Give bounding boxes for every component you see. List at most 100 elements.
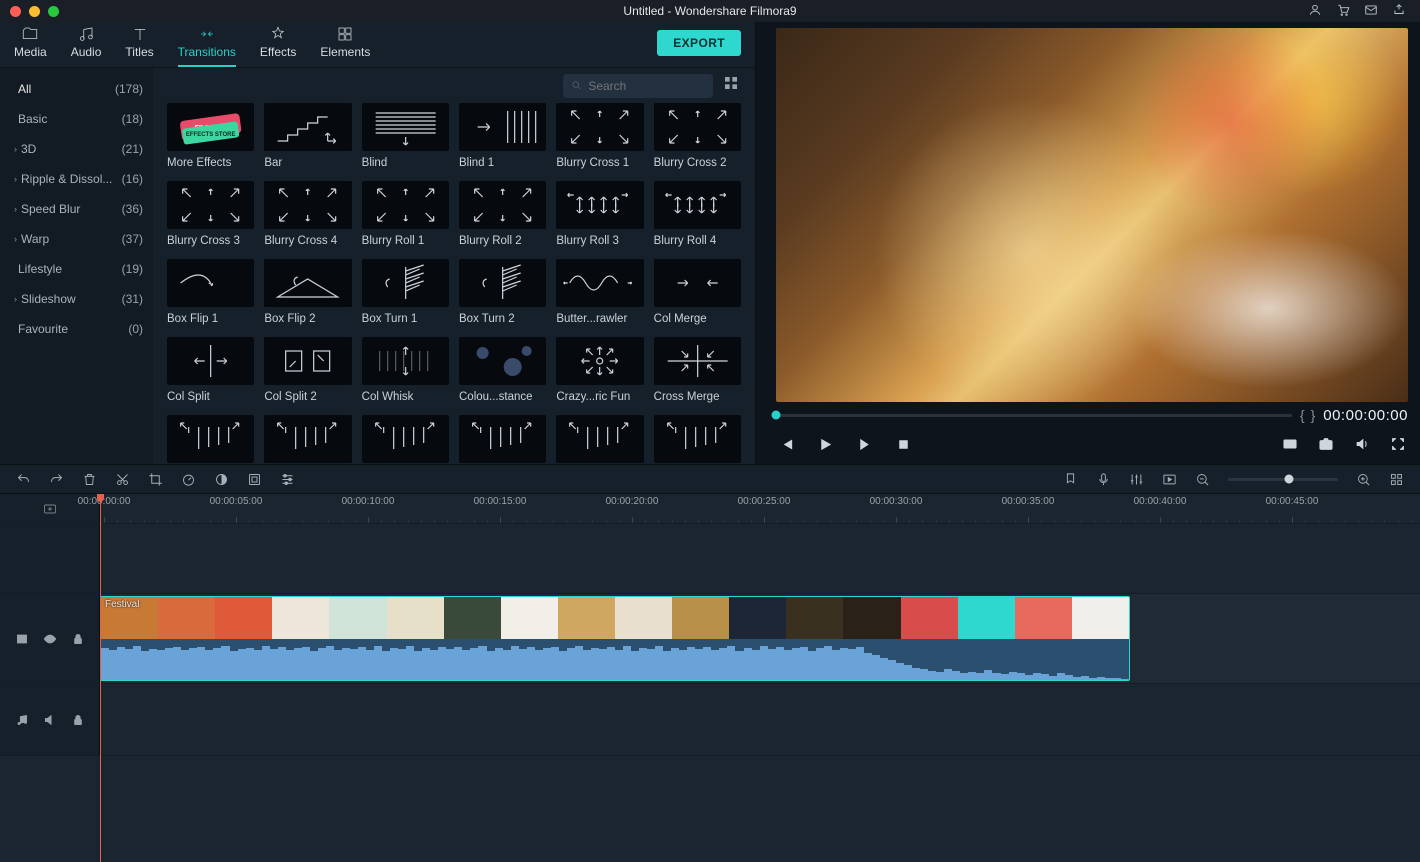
transition-item[interactable] xyxy=(556,415,643,464)
maximize-window-icon[interactable] xyxy=(48,6,59,17)
record-voiceover-icon[interactable] xyxy=(1096,472,1111,487)
category-item[interactable]: ›Slideshow(31) xyxy=(0,284,153,314)
eye-icon[interactable] xyxy=(43,632,57,646)
playhead[interactable] xyxy=(100,494,101,862)
transition-item[interactable]: Col Split 2 xyxy=(264,337,351,403)
zoom-slider[interactable] xyxy=(1228,478,1338,481)
transition-item[interactable]: Blurry Cross 3 xyxy=(167,181,254,247)
delete-icon[interactable] xyxy=(82,472,97,487)
prev-frame-icon[interactable] xyxy=(778,436,795,453)
transition-thumb xyxy=(459,337,546,385)
zoom-in-icon[interactable] xyxy=(1356,472,1371,487)
category-item[interactable]: Favourite(0) xyxy=(0,314,153,344)
chevron-right-icon: › xyxy=(14,174,17,184)
category-item[interactable]: Lifestyle(19) xyxy=(0,254,153,284)
redo-icon[interactable] xyxy=(49,472,64,487)
adjust-icon[interactable] xyxy=(280,472,295,487)
filmstrip-icon xyxy=(15,632,29,646)
transition-item[interactable]: Crazy...ric Fun xyxy=(556,337,643,403)
tab-elements[interactable]: Elements xyxy=(320,25,370,67)
transition-item[interactable]: Col Merge xyxy=(654,259,741,325)
category-item[interactable]: ›Speed Blur(36) xyxy=(0,194,153,224)
category-item[interactable]: All(178) xyxy=(0,74,153,104)
snapshot-icon[interactable] xyxy=(1318,436,1334,452)
transition-item[interactable]: Blurry Cross 4 xyxy=(264,181,351,247)
audio-mixer-icon[interactable] xyxy=(1129,472,1144,487)
transition-item[interactable] xyxy=(362,415,449,464)
transition-item[interactable]: Box Flip 2 xyxy=(264,259,351,325)
lock-icon[interactable] xyxy=(71,713,85,727)
transition-item[interactable]: FILMORAEFFECTS STOREMore Effects xyxy=(167,103,254,169)
transition-thumb xyxy=(167,181,254,229)
transition-item[interactable]: Blurry Cross 2 xyxy=(654,103,741,169)
transition-item[interactable]: Box Turn 2 xyxy=(459,259,546,325)
transition-item[interactable]: Blurry Cross 1 xyxy=(556,103,643,169)
preview-progress[interactable] xyxy=(776,414,1292,417)
transition-item[interactable]: Butter...rawler xyxy=(556,259,643,325)
crop-icon[interactable] xyxy=(148,472,163,487)
zoom-out-icon[interactable] xyxy=(1195,472,1210,487)
transition-item[interactable]: Col Whisk xyxy=(362,337,449,403)
cut-icon[interactable] xyxy=(115,472,130,487)
cart-icon[interactable] xyxy=(1336,3,1350,20)
volume-icon[interactable] xyxy=(1354,436,1370,452)
transition-label: Crazy...ric Fun xyxy=(556,391,643,403)
minimize-window-icon[interactable] xyxy=(29,6,40,17)
update-icon[interactable] xyxy=(1392,3,1406,20)
category-item[interactable]: ›Warp(37) xyxy=(0,224,153,254)
tab-media[interactable]: Media xyxy=(14,25,47,67)
inbox-icon[interactable] xyxy=(1364,3,1378,20)
tab-titles[interactable]: Titles xyxy=(125,25,153,67)
transition-thumb xyxy=(459,259,546,307)
close-window-icon[interactable] xyxy=(10,6,21,17)
search-input[interactable] xyxy=(588,79,705,93)
transition-item[interactable]: Bar xyxy=(264,103,351,169)
transition-label: Blurry Roll 3 xyxy=(556,235,643,247)
tab-audio[interactable]: Audio xyxy=(71,25,102,67)
transition-item[interactable]: Col Split xyxy=(167,337,254,403)
transition-item[interactable]: Blind xyxy=(362,103,449,169)
color-icon[interactable] xyxy=(214,472,229,487)
tab-transitions[interactable]: Transitions xyxy=(178,25,236,67)
undo-icon[interactable] xyxy=(16,472,31,487)
transition-label: More Effects xyxy=(167,157,254,169)
transition-item[interactable]: Box Flip 1 xyxy=(167,259,254,325)
tab-effects[interactable]: Effects xyxy=(260,25,296,67)
transition-item[interactable]: Blurry Roll 4 xyxy=(654,181,741,247)
render-preview-icon[interactable] xyxy=(1162,472,1177,487)
stop-icon[interactable] xyxy=(895,436,912,453)
quality-icon[interactable] xyxy=(1282,436,1298,452)
green-screen-icon[interactable] xyxy=(247,472,262,487)
timeline-clip[interactable]: Festival xyxy=(100,596,1130,681)
transition-item[interactable] xyxy=(167,415,254,464)
transition-item[interactable]: Blind 1 xyxy=(459,103,546,169)
transition-item[interactable]: Cross Merge xyxy=(654,337,741,403)
transition-label: Bar xyxy=(264,157,351,169)
transition-item[interactable] xyxy=(654,415,741,464)
next-frame-icon[interactable] xyxy=(856,436,873,453)
preview-video[interactable] xyxy=(776,28,1408,402)
transition-item[interactable]: Colou...stance xyxy=(459,337,546,403)
marker-icon[interactable] xyxy=(1063,472,1078,487)
category-item[interactable]: Basic(18) xyxy=(0,104,153,134)
transition-item[interactable] xyxy=(459,415,546,464)
transition-item[interactable]: Blurry Roll 3 xyxy=(556,181,643,247)
account-icon[interactable] xyxy=(1308,3,1322,20)
export-button[interactable]: EXPORT xyxy=(657,30,741,56)
lock-icon[interactable] xyxy=(71,632,85,646)
category-item[interactable]: ›3D(21) xyxy=(0,134,153,164)
zoom-fit-icon[interactable] xyxy=(1389,472,1404,487)
transition-item[interactable]: Blurry Roll 2 xyxy=(459,181,546,247)
fullscreen-icon[interactable] xyxy=(1390,436,1406,452)
transition-item[interactable] xyxy=(264,415,351,464)
transition-item[interactable]: Blurry Roll 1 xyxy=(362,181,449,247)
mark-in-out[interactable]: {} xyxy=(1300,407,1315,423)
play-icon[interactable] xyxy=(817,436,834,453)
grid-view-toggle[interactable] xyxy=(723,75,739,96)
speaker-icon[interactable] xyxy=(43,713,57,727)
timeline-ruler[interactable]: 00:00:00:0000:00:05:0000:00:10:0000:00:1… xyxy=(0,494,1420,524)
speed-icon[interactable] xyxy=(181,472,196,487)
timeline-toolbar xyxy=(0,464,1420,494)
category-item[interactable]: ›Ripple & Dissol...(16) xyxy=(0,164,153,194)
transition-item[interactable]: Box Turn 1 xyxy=(362,259,449,325)
